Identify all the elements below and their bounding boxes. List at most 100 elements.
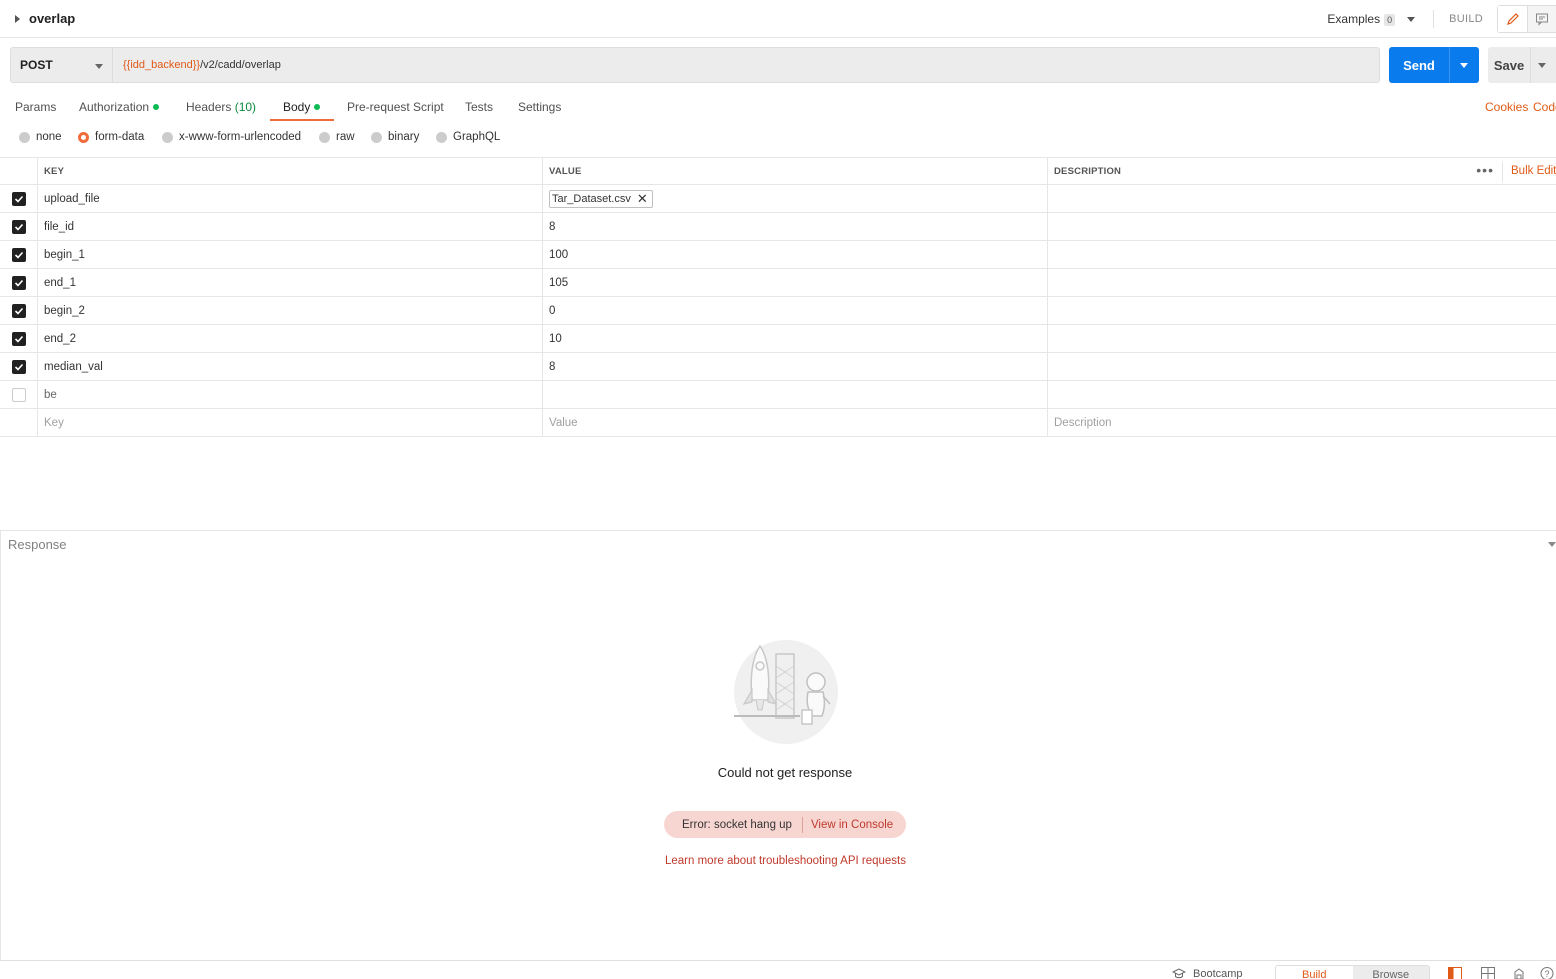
new-value-input[interactable]: Value: [543, 409, 1048, 436]
new-row: Key Value Description: [0, 409, 1556, 437]
table-row: begin_2 0: [0, 297, 1556, 325]
collapse-caret-icon[interactable]: [15, 14, 21, 23]
key-cell[interactable]: file_id: [38, 213, 543, 240]
tab-headers[interactable]: Headers (10): [186, 100, 256, 114]
key-cell[interactable]: median_val: [38, 353, 543, 380]
build-browse-toggle: Build Browse: [1275, 965, 1430, 979]
pane-divider[interactable]: [0, 530, 1556, 531]
tab-label: Settings: [518, 100, 562, 114]
method-select[interactable]: POST: [10, 47, 113, 83]
description-cell[interactable]: [1048, 381, 1556, 408]
row-checkbox[interactable]: [11, 275, 26, 290]
view-in-console-link[interactable]: View in Console: [811, 819, 893, 831]
table-row: begin_1 100: [0, 241, 1556, 269]
key-cell[interactable]: be: [38, 381, 543, 408]
header-check-cell: [0, 158, 38, 185]
status-dot: [314, 103, 321, 110]
radio-raw[interactable]: raw: [319, 131, 355, 143]
url-path: /v2/cadd/overlap: [200, 59, 281, 71]
pencil-icon: [1506, 13, 1519, 25]
build-toggle-button[interactable]: Build: [1276, 966, 1353, 979]
row-checkbox[interactable]: [11, 303, 26, 318]
save-options-chevron-icon[interactable]: [1538, 62, 1546, 68]
key-cell[interactable]: begin_2: [38, 297, 543, 324]
row-checkbox-cell: [0, 269, 38, 296]
row-checkbox[interactable]: [11, 191, 26, 206]
tab-authorization[interactable]: Authorization: [79, 100, 160, 114]
remove-file-icon[interactable]: ✕: [637, 192, 648, 205]
bulk-edit-link[interactable]: Bulk Edit: [1511, 165, 1556, 177]
check-icon: [14, 363, 23, 371]
tab-body[interactable]: Body: [283, 100, 321, 114]
radio-x-www-form-urlencoded[interactable]: x-www-form-urlencoded: [162, 131, 301, 143]
value-cell[interactable]: Tar_Dataset.csv ✕: [543, 185, 1048, 212]
description-cell[interactable]: [1048, 353, 1556, 380]
tab-settings[interactable]: Settings: [518, 100, 561, 114]
request-name[interactable]: overlap: [29, 11, 75, 26]
row-checkbox-cell: [0, 185, 38, 212]
cookies-link[interactable]: Cookies: [1485, 100, 1528, 114]
tab-label: Headers: [186, 100, 232, 114]
key-cell[interactable]: upload_file: [38, 185, 543, 212]
row-checkbox[interactable]: [11, 331, 26, 346]
radio-form-data[interactable]: form-data: [78, 131, 144, 143]
row-checkbox[interactable]: [11, 387, 26, 402]
row-checkbox[interactable]: [11, 247, 26, 262]
send-options-chevron-icon[interactable]: [1460, 62, 1468, 68]
url-input[interactable]: {{idd_backend}}/v2/cadd/overlap: [113, 47, 1380, 83]
description-cell[interactable]: [1048, 241, 1556, 268]
tab-label: Tests: [465, 100, 494, 114]
chevron-down-icon[interactable]: [1548, 542, 1556, 547]
chevron-down-icon[interactable]: [1407, 16, 1416, 22]
bootcamp-button[interactable]: Bootcamp: [1172, 968, 1243, 979]
radio-graphql[interactable]: GraphQL: [436, 131, 500, 143]
radio-binary[interactable]: binary: [371, 131, 419, 143]
description-cell[interactable]: [1048, 269, 1556, 296]
layout-pane-icon[interactable]: [1448, 967, 1462, 979]
value-cell[interactable]: [543, 381, 1048, 408]
capture-requests-icon[interactable]: [1512, 967, 1526, 979]
radio-none[interactable]: none: [19, 131, 62, 143]
row-checkbox[interactable]: [11, 219, 26, 234]
description-cell[interactable]: [1048, 297, 1556, 324]
comments-button[interactable]: [1527, 6, 1556, 32]
more-options-icon[interactable]: •••: [1476, 163, 1494, 177]
new-key-input[interactable]: Key: [38, 409, 543, 436]
table-row: median_val 8: [0, 353, 1556, 381]
description-cell[interactable]: [1048, 185, 1556, 212]
key-cell[interactable]: begin_1: [38, 241, 543, 268]
comment-icon: [1536, 13, 1548, 26]
tab-params[interactable]: Params: [15, 100, 56, 114]
tab-label: Body: [283, 100, 311, 114]
divider: [801, 816, 803, 833]
edit-mode-button[interactable]: [1498, 6, 1527, 32]
row-checkbox-cell: [0, 353, 38, 380]
radio-circle: [436, 131, 447, 143]
graduation-cap-icon: [1172, 968, 1186, 979]
browse-toggle-button[interactable]: Browse: [1352, 966, 1429, 979]
tab-pre-request-script[interactable]: Pre-request Script: [347, 100, 444, 114]
code-link[interactable]: Code: [1533, 100, 1556, 114]
empty-response-message: Could not get response: [717, 765, 853, 780]
value-cell[interactable]: 100: [543, 241, 1048, 268]
value-cell[interactable]: 10: [543, 325, 1048, 352]
key-cell[interactable]: end_1: [38, 269, 543, 296]
help-icon[interactable]: ?: [1540, 967, 1554, 979]
two-pane-view-icon[interactable]: [1481, 967, 1495, 979]
value-cell[interactable]: 105: [543, 269, 1048, 296]
save-button[interactable]: Save: [1488, 47, 1556, 83]
file-name: Tar_Dataset.csv: [552, 192, 631, 205]
tab-tests[interactable]: Tests: [465, 100, 493, 114]
new-description-input[interactable]: Description: [1048, 409, 1556, 436]
value-cell[interactable]: 8: [543, 353, 1048, 380]
row-checkbox[interactable]: [11, 359, 26, 374]
troubleshooting-link-text[interactable]: Learn more about troubleshooting API req…: [665, 855, 906, 867]
description-cell[interactable]: [1048, 325, 1556, 352]
key-cell[interactable]: end_2: [38, 325, 543, 352]
send-button[interactable]: Send: [1389, 47, 1479, 83]
examples-button[interactable]: Examples 0: [1327, 12, 1396, 26]
value-cell[interactable]: 8: [543, 213, 1048, 240]
description-cell[interactable]: [1048, 213, 1556, 240]
divider: [1530, 47, 1531, 83]
value-cell[interactable]: 0: [543, 297, 1048, 324]
